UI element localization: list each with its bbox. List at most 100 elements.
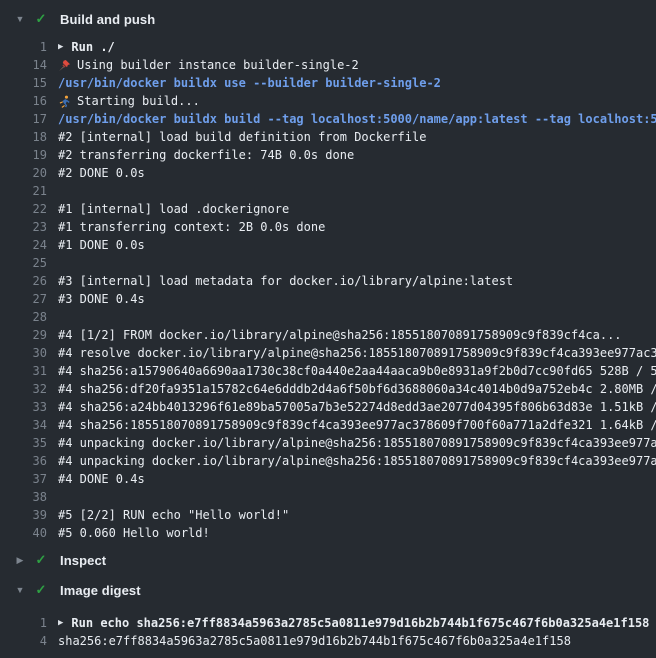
- line-text: #2 DONE 0.0s: [58, 164, 656, 182]
- log-line: 37 #4 DONE 0.4s: [0, 470, 656, 488]
- line-text: #4 unpacking docker.io/library/alpine@sh…: [58, 452, 656, 470]
- line-text: #1 transferring context: 2B 0.0s done: [58, 218, 656, 236]
- line-number[interactable]: 20: [0, 164, 47, 182]
- line-text: Using builder instance builder-single-2: [58, 56, 656, 74]
- line-number[interactable]: 23: [0, 218, 47, 236]
- log-line: 27 #3 DONE 0.4s: [0, 290, 656, 308]
- line-number[interactable]: 34: [0, 416, 47, 434]
- line-text: /usr/bin/docker buildx use --builder bui…: [58, 74, 656, 92]
- log-line: 14 Using builder instance builder-single…: [0, 56, 656, 74]
- line-number[interactable]: 19: [0, 146, 47, 164]
- line-text: #5 0.060 Hello world!: [58, 524, 656, 542]
- line-number[interactable]: 4: [0, 632, 47, 650]
- log-line: 33 #4 sha256:a24bb4013296f61e89ba57005a7…: [0, 398, 656, 416]
- line-number[interactable]: 17: [0, 110, 47, 128]
- chevron-right-icon[interactable]: ▶: [14, 555, 26, 566]
- line-number[interactable]: 39: [0, 506, 47, 524]
- line-number[interactable]: 29: [0, 326, 47, 344]
- log-line: 26 #3 [internal] load metadata for docke…: [0, 272, 656, 290]
- line-number[interactable]: 28: [0, 308, 47, 326]
- check-icon: ✓: [34, 11, 48, 27]
- line-number[interactable]: 35: [0, 434, 47, 452]
- line-number[interactable]: 33: [0, 398, 47, 416]
- line-number[interactable]: 38: [0, 488, 47, 506]
- line-number[interactable]: 36: [0, 452, 47, 470]
- line-text: #4 [1/2] FROM docker.io/library/alpine@s…: [58, 326, 656, 344]
- line-number[interactable]: 26: [0, 272, 47, 290]
- log-viewer: ▼ ✓ Build and push 1 ▶Run ./ 14 Using bu…: [0, 5, 656, 650]
- check-icon: ✓: [34, 552, 48, 568]
- log-line: 1 ▶Run echo sha256:e7ff8834a5963a2785c5a…: [0, 614, 656, 632]
- log-line: 17 /usr/bin/docker buildx build --tag lo…: [0, 110, 656, 128]
- section-header[interactable]: ▼ ✓ Image digest: [0, 576, 656, 604]
- section-title: Build and push: [60, 12, 155, 27]
- line-number[interactable]: 14: [0, 56, 47, 74]
- log-line: 29 #4 [1/2] FROM docker.io/library/alpin…: [0, 326, 656, 344]
- log-line: 25: [0, 254, 656, 272]
- log-line: 4 sha256:e7ff8834a5963a2785c5a0811e979d1…: [0, 632, 656, 650]
- section-build-and-push: ▼ ✓ Build and push 1 ▶Run ./ 14 Using bu…: [0, 5, 656, 542]
- log-line: 23 #1 transferring context: 2B 0.0s done: [0, 218, 656, 236]
- log-line: 20 #2 DONE 0.0s: [0, 164, 656, 182]
- expand-run-icon[interactable]: ▶: [58, 614, 63, 632]
- section-title: Image digest: [60, 583, 141, 598]
- line-text[interactable]: ▶Run ./: [58, 38, 656, 56]
- line-number[interactable]: 21: [0, 182, 47, 200]
- line-text[interactable]: ▶Run echo sha256:e7ff8834a5963a2785c5a08…: [58, 614, 656, 632]
- line-number[interactable]: 30: [0, 344, 47, 362]
- log-line: 22 #1 [internal] load .dockerignore: [0, 200, 656, 218]
- log-line: 1 ▶Run ./: [0, 38, 656, 56]
- log-block: 1 ▶Run ./ 14 Using builder instance buil…: [0, 38, 656, 542]
- line-number[interactable]: 24: [0, 236, 47, 254]
- line-number[interactable]: 1: [0, 614, 47, 632]
- log-line: 15 /usr/bin/docker buildx use --builder …: [0, 74, 656, 92]
- line-number[interactable]: 15: [0, 74, 47, 92]
- pushpin-icon: [58, 59, 71, 72]
- line-text: /usr/bin/docker buildx build --tag local…: [58, 110, 656, 128]
- section-header[interactable]: ▶ ✓ Inspect: [0, 546, 656, 574]
- line-text: #4 sha256:df20fa9351a15782c64e6dddb2d4a6…: [58, 380, 656, 398]
- log-line: 28: [0, 308, 656, 326]
- line-number[interactable]: 40: [0, 524, 47, 542]
- line-number[interactable]: 22: [0, 200, 47, 218]
- line-text: #1 DONE 0.0s: [58, 236, 656, 254]
- log-line: 39 #5 [2/2] RUN echo "Hello world!": [0, 506, 656, 524]
- log-line: 16 Starting build...: [0, 92, 656, 110]
- chevron-down-icon[interactable]: ▼: [14, 585, 26, 595]
- line-text: Starting build...: [58, 92, 656, 110]
- log-line: 24 #1 DONE 0.0s: [0, 236, 656, 254]
- log-line: 36 #4 unpacking docker.io/library/alpine…: [0, 452, 656, 470]
- section-inspect: ▶ ✓ Inspect: [0, 546, 656, 574]
- log-line: 21: [0, 182, 656, 200]
- line-text: #2 transferring dockerfile: 74B 0.0s don…: [58, 146, 656, 164]
- chevron-down-icon[interactable]: ▼: [14, 14, 26, 24]
- line-number[interactable]: 25: [0, 254, 47, 272]
- line-text: #5 [2/2] RUN echo "Hello world!": [58, 506, 656, 524]
- line-number[interactable]: 18: [0, 128, 47, 146]
- section-title: Inspect: [60, 553, 106, 568]
- line-number[interactable]: 27: [0, 290, 47, 308]
- log-line: 40 #5 0.060 Hello world!: [0, 524, 656, 542]
- log-line: 35 #4 unpacking docker.io/library/alpine…: [0, 434, 656, 452]
- section-header[interactable]: ▼ ✓ Build and push: [0, 5, 656, 33]
- line-text: #4 DONE 0.4s: [58, 470, 656, 488]
- line-text: #4 sha256:a15790640a6690aa1730c38cf0a440…: [58, 362, 656, 380]
- check-icon: ✓: [34, 582, 48, 598]
- line-number[interactable]: 1: [0, 38, 47, 56]
- line-text: #3 DONE 0.4s: [58, 290, 656, 308]
- log-line: 19 #2 transferring dockerfile: 74B 0.0s …: [0, 146, 656, 164]
- line-text: #2 [internal] load build definition from…: [58, 128, 656, 146]
- runner-icon: [58, 95, 71, 108]
- line-number[interactable]: 16: [0, 92, 47, 110]
- log-line: 31 #4 sha256:a15790640a6690aa1730c38cf0a…: [0, 362, 656, 380]
- log-block: 1 ▶Run echo sha256:e7ff8834a5963a2785c5a…: [0, 614, 656, 650]
- log-line: 38: [0, 488, 656, 506]
- log-line: 30 #4 resolve docker.io/library/alpine@s…: [0, 344, 656, 362]
- expand-run-icon[interactable]: ▶: [58, 38, 63, 56]
- line-text: #1 [internal] load .dockerignore: [58, 200, 656, 218]
- log-line: 34 #4 sha256:185518070891758909c9f839cf4…: [0, 416, 656, 434]
- line-number[interactable]: 31: [0, 362, 47, 380]
- line-number[interactable]: 37: [0, 470, 47, 488]
- line-text: sha256:e7ff8834a5963a2785c5a0811e979d16b…: [58, 632, 656, 650]
- line-number[interactable]: 32: [0, 380, 47, 398]
